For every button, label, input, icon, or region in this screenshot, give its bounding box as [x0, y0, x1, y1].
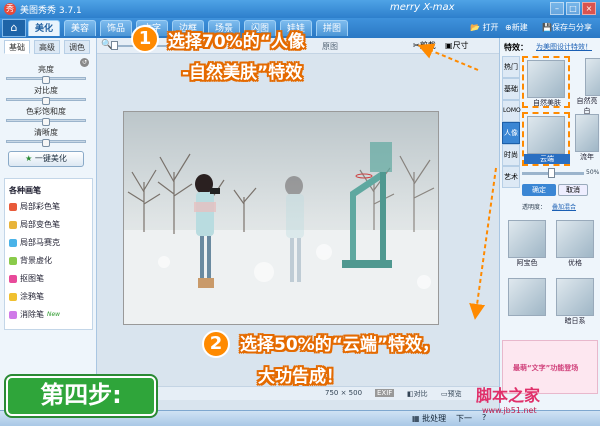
arrow-to-step1	[417, 43, 479, 71]
step-badge: 第四步:	[6, 376, 156, 416]
watermark-url: www.jb51.net	[482, 406, 537, 415]
arrow-to-step2	[469, 167, 497, 320]
watermark-title: 脚本之家	[476, 386, 541, 405]
tutorial-arrows	[417, 43, 497, 320]
